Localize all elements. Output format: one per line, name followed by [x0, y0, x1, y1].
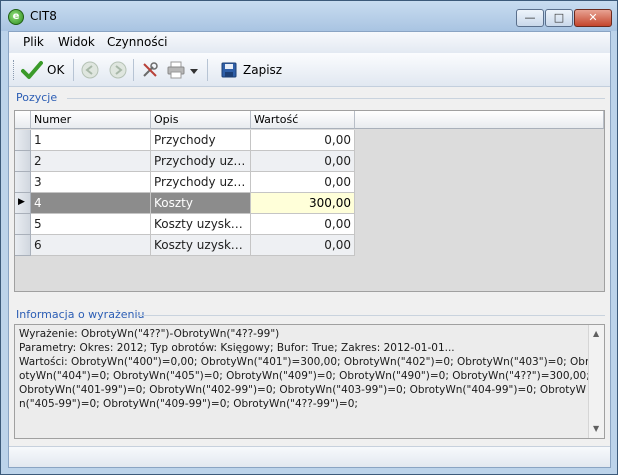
cell-opis[interactable]: Przychody	[151, 130, 251, 151]
cell-numer[interactable]: 5	[31, 214, 151, 235]
cell-numer[interactable]: 2	[31, 151, 151, 172]
cell-opis[interactable]: Przychody uzys...	[151, 172, 251, 193]
cell-wartosc[interactable]: 0,00	[251, 214, 355, 235]
expression-info-box[interactable]: Wyrażenie: ObrotyWn("4??")-ObrotyWn("4??…	[14, 324, 605, 439]
table-row[interactable]: 6 Koszty uzyskan... 0,00	[15, 235, 355, 256]
cell-opis[interactable]: Przychody uzys...	[151, 151, 251, 172]
row-indicator[interactable]: ▶	[15, 193, 31, 214]
row-indicator[interactable]	[15, 172, 31, 193]
print-icon	[167, 61, 185, 79]
app-logo-icon: e	[8, 9, 24, 25]
print-button[interactable]	[165, 58, 201, 82]
ok-button-label: OK	[47, 63, 65, 77]
scroll-up-arrow-icon[interactable]: ▲	[593, 329, 599, 338]
table-row[interactable]: 5 Koszty uzyskan... 0,00	[15, 214, 355, 235]
toolbar-grip[interactable]	[13, 60, 16, 80]
positions-section-label: Pozycje	[16, 91, 58, 104]
menu-czynnosci[interactable]: Czynności	[107, 35, 168, 49]
column-header-wartosc[interactable]: Wartość	[251, 111, 355, 129]
column-header-numer[interactable]: Numer	[31, 111, 151, 129]
cit8-window: e CIT8 — □ ✕ Plik Widok Czynności OK Zap…	[0, 0, 618, 475]
ok-button[interactable]: OK	[21, 58, 69, 82]
toolbar: OK Zapisz	[9, 53, 610, 87]
table-row[interactable]: 1 Przychody 0,00	[15, 130, 355, 151]
row-indicator[interactable]	[15, 151, 31, 172]
title-bar[interactable]: e CIT8 — □ ✕	[1, 1, 617, 31]
back-arrow-icon	[81, 61, 99, 79]
cell-numer[interactable]: 4	[31, 193, 151, 214]
cell-numer[interactable]: 1	[31, 130, 151, 151]
cell-numer[interactable]: 3	[31, 172, 151, 193]
table-row[interactable]: 2 Przychody uzys... 0,00	[15, 151, 355, 172]
toolbar-separator	[207, 59, 208, 81]
column-header-opis[interactable]: Opis	[151, 111, 251, 129]
window-client-area: Plik Widok Czynności OK Zapisz Pozycje N…	[8, 31, 611, 468]
menu-widok[interactable]: Widok	[58, 35, 95, 49]
cell-wartosc[interactable]: 0,00	[251, 151, 355, 172]
tools-button[interactable]	[139, 58, 161, 82]
forward-button[interactable]	[107, 58, 129, 82]
cell-wartosc[interactable]: 300,00	[251, 193, 355, 214]
cell-opis[interactable]: Koszty	[151, 193, 251, 214]
expression-info-scrollbar[interactable]: ▲ ▼	[588, 325, 604, 438]
dropdown-arrow-icon[interactable]	[190, 67, 198, 75]
row-indicator[interactable]	[15, 214, 31, 235]
positions-section-divider	[67, 98, 605, 99]
cell-opis[interactable]: Koszty uzyskan...	[151, 214, 251, 235]
tools-icon	[143, 62, 158, 77]
scroll-down-arrow-icon[interactable]: ▼	[593, 424, 599, 433]
menu-bar: Plik Widok Czynności	[9, 32, 610, 53]
forward-arrow-icon	[109, 61, 127, 79]
expression-info-section-label: Informacja o wyrażeniu	[16, 308, 145, 321]
grid-corner-header[interactable]	[15, 111, 31, 129]
column-header-filler	[355, 111, 604, 129]
close-button[interactable]: ✕	[574, 9, 612, 27]
table-row-selected[interactable]: ▶ 4 Koszty 300,00	[15, 193, 355, 214]
maximize-button[interactable]: □	[545, 9, 573, 27]
ok-check-icon	[21, 61, 43, 79]
minimize-button[interactable]: —	[516, 9, 544, 27]
save-button-label: Zapisz	[243, 63, 283, 77]
window-title: CIT8	[30, 9, 57, 23]
back-button[interactable]	[79, 58, 101, 82]
row-indicator[interactable]	[15, 130, 31, 151]
row-pointer-icon: ▶	[18, 197, 25, 207]
toolbar-separator	[133, 59, 134, 81]
table-row[interactable]: 3 Przychody uzys... 0,00	[15, 172, 355, 193]
cell-opis[interactable]: Koszty uzyskan...	[151, 235, 251, 256]
cell-wartosc[interactable]: 0,00	[251, 130, 355, 151]
positions-grid: Numer Opis Wartość 1 Przychody 0,00 2 Pr…	[14, 110, 605, 292]
save-button[interactable]: Zapisz	[213, 58, 285, 82]
toolbar-separator	[73, 59, 74, 81]
cell-wartosc[interactable]: 0,00	[251, 172, 355, 193]
cell-numer[interactable]: 6	[31, 235, 151, 256]
save-disk-icon	[221, 62, 237, 78]
cell-wartosc[interactable]: 0,00	[251, 235, 355, 256]
menu-plik[interactable]: Plik	[23, 35, 44, 49]
row-indicator[interactable]	[15, 235, 31, 256]
expression-info-text: Wyrażenie: ObrotyWn("4??")-ObrotyWn("4??…	[19, 328, 590, 410]
status-bar	[9, 446, 610, 467]
expression-info-section-divider	[137, 315, 605, 316]
